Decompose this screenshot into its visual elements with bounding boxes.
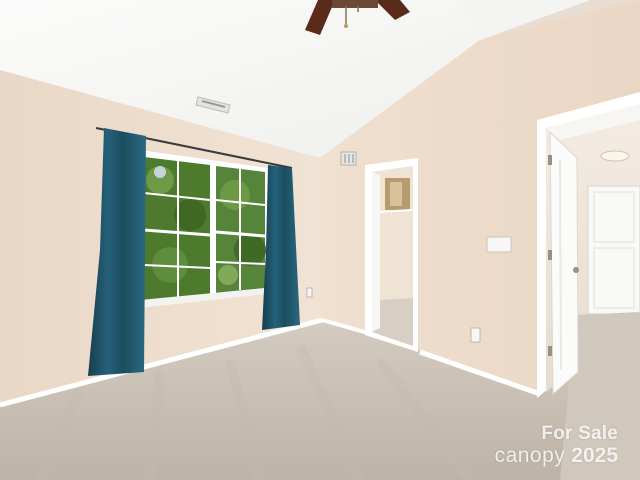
watermark-brand-line: canopy 2025 bbox=[495, 445, 618, 466]
watermark-year: 2025 bbox=[571, 444, 618, 467]
light-switch bbox=[486, 236, 512, 253]
wall-outlet bbox=[470, 327, 481, 343]
room-photo: For Sale canopy 2025 bbox=[0, 0, 640, 480]
watermark-brand: canopy bbox=[494, 444, 566, 467]
closet-doorway bbox=[365, 158, 418, 352]
mls-watermark: For Sale canopy 2025 bbox=[495, 424, 618, 466]
wall-outlet bbox=[306, 287, 313, 298]
watermark-status: For Sale bbox=[541, 423, 618, 444]
wall-vent bbox=[340, 151, 357, 166]
window bbox=[140, 150, 268, 308]
room-illustration bbox=[0, 0, 640, 480]
